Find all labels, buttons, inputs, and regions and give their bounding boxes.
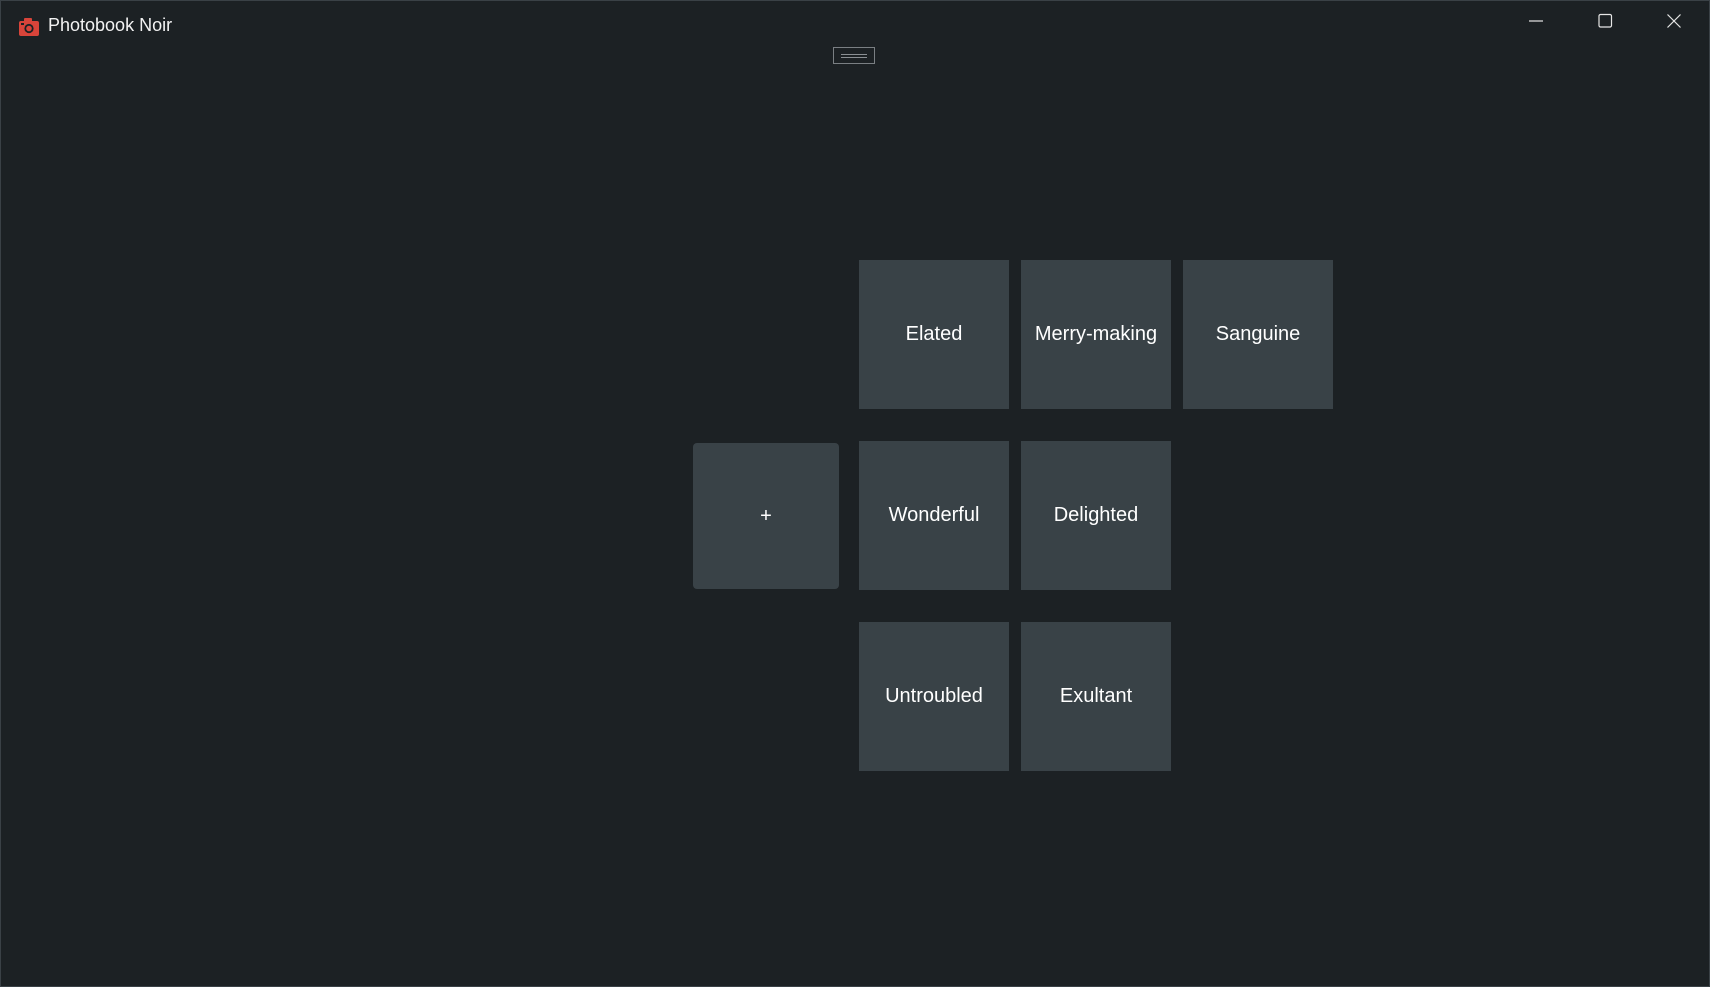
maximize-button[interactable] [1570, 1, 1639, 45]
app-window: Photobook Noir + Elated Merry-making San… [0, 0, 1710, 987]
title-bar[interactable]: Photobook Noir [1, 1, 1709, 47]
add-tile-button[interactable]: + [693, 443, 839, 589]
camera-icon [17, 15, 41, 39]
minimize-button[interactable] [1501, 1, 1570, 45]
maximize-icon [1597, 13, 1613, 34]
close-button[interactable] [1639, 1, 1708, 45]
minimize-icon [1528, 13, 1544, 34]
tile-merry-making[interactable]: Merry-making [1021, 260, 1171, 409]
tile-wonderful[interactable]: Wonderful [859, 441, 1009, 590]
close-icon [1666, 13, 1682, 34]
tile-elated[interactable]: Elated [859, 260, 1009, 409]
drag-handle-icon[interactable] [833, 47, 875, 64]
tile-sanguine[interactable]: Sanguine [1183, 260, 1333, 409]
tile-exultant[interactable]: Exultant [1021, 622, 1171, 771]
tile-untroubled[interactable]: Untroubled [859, 622, 1009, 771]
tile-delighted[interactable]: Delighted [1021, 441, 1171, 590]
window-title: Photobook Noir [48, 15, 173, 35]
